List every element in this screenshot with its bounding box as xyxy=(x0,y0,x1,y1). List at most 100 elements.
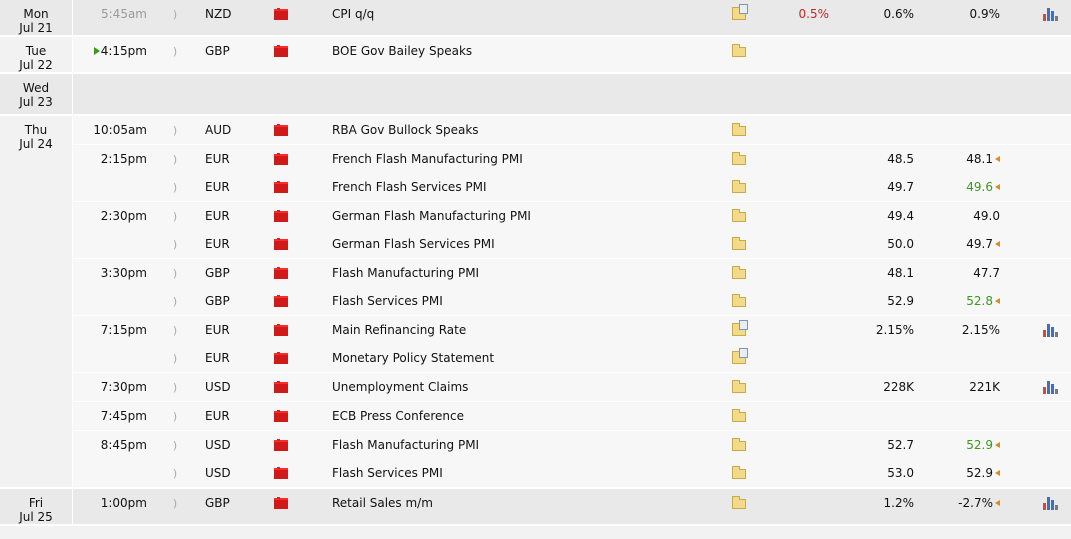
folder-icon[interactable] xyxy=(732,496,746,509)
event-title[interactable]: Flash Services PMI xyxy=(332,459,712,487)
previous-cell: 47.7 xyxy=(944,259,1000,287)
event-title[interactable]: Main Refinancing Rate xyxy=(332,316,712,344)
event-time-text: 2:15pm xyxy=(100,152,147,166)
event-row[interactable]: 10:05am) AUD RBA Gov Bullock Speaks xyxy=(73,116,1071,144)
impact-cell xyxy=(273,173,289,201)
detail-cell[interactable] xyxy=(730,459,748,487)
event-row[interactable]: 7:30pm) USD Unemployment Claims 228K 221K xyxy=(73,372,1071,401)
folder-doc-icon[interactable] xyxy=(732,348,748,364)
detail-cell[interactable] xyxy=(730,344,748,372)
weekday-label: Tue xyxy=(25,44,47,58)
sound-icon[interactable]: ) xyxy=(170,459,180,487)
event-row[interactable]: 1:00pm) GBP Retail Sales m/m 1.2% -2.7% xyxy=(73,489,1071,517)
sound-icon[interactable]: ) xyxy=(170,489,180,517)
sound-icon[interactable]: ) xyxy=(170,373,180,401)
sound-icon[interactable]: ) xyxy=(170,316,180,344)
detail-cell[interactable] xyxy=(730,402,748,430)
detail-cell[interactable] xyxy=(730,145,748,173)
event-row[interactable]: ) EUR Monetary Policy Statement xyxy=(73,344,1071,372)
folder-icon[interactable] xyxy=(732,380,746,393)
folder-icon[interactable] xyxy=(732,438,746,451)
sound-icon[interactable]: ) xyxy=(170,230,180,258)
sound-icon[interactable]: ) xyxy=(170,202,180,230)
folder-icon[interactable] xyxy=(732,237,746,250)
folder-icon[interactable] xyxy=(732,209,746,222)
event-title[interactable]: RBA Gov Bullock Speaks xyxy=(332,116,712,144)
sound-icon[interactable]: ) xyxy=(170,173,180,201)
currency-code: NZD xyxy=(205,7,232,21)
sound-icon[interactable]: ) xyxy=(170,259,180,287)
event-title[interactable]: Flash Manufacturing PMI xyxy=(332,259,712,287)
event-row[interactable]: 5:45am) NZD CPI q/q 0.5% 0.6% 0.9% xyxy=(73,0,1071,28)
event-row[interactable]: 8:45pm) USD Flash Manufacturing PMI 52.7 52.… xyxy=(73,430,1071,459)
folder-icon[interactable] xyxy=(732,123,746,136)
folder-icon[interactable] xyxy=(732,180,746,193)
folder-icon[interactable] xyxy=(732,294,746,307)
detail-cell[interactable] xyxy=(730,37,748,65)
bar-chart-icon[interactable] xyxy=(1042,323,1058,337)
sound-icon[interactable]: ) xyxy=(170,287,180,315)
event-title[interactable]: French Flash Services PMI xyxy=(332,173,712,201)
chart-cell[interactable] xyxy=(1041,0,1059,28)
event-row[interactable]: 7:45pm) EUR ECB Press Conference xyxy=(73,401,1071,430)
detail-cell[interactable] xyxy=(730,489,748,517)
event-row[interactable]: ) EUR German Flash Services PMI 50.0 49.7 xyxy=(73,230,1071,258)
detail-cell[interactable] xyxy=(730,230,748,258)
revision-arrow-icon xyxy=(995,500,1000,506)
event-row[interactable]: 7:15pm) EUR Main Refinancing Rate 2.15% 2.15… xyxy=(73,315,1071,344)
event-title[interactable]: Flash Manufacturing PMI xyxy=(332,431,712,459)
sound-icon[interactable]: ) xyxy=(170,37,180,65)
detail-cell[interactable] xyxy=(730,259,748,287)
detail-cell[interactable] xyxy=(730,0,748,28)
sound-icon[interactable]: ) xyxy=(170,431,180,459)
folder-icon[interactable] xyxy=(732,44,746,57)
detail-cell[interactable] xyxy=(730,287,748,315)
detail-cell[interactable] xyxy=(730,316,748,344)
folder-icon[interactable] xyxy=(732,266,746,279)
detail-cell[interactable] xyxy=(730,173,748,201)
event-title[interactable]: CPI q/q xyxy=(332,0,712,28)
event-title[interactable]: Flash Services PMI xyxy=(332,287,712,315)
detail-cell[interactable] xyxy=(730,373,748,401)
chart-cell[interactable] xyxy=(1041,316,1059,344)
event-row[interactable]: ) GBP Flash Services PMI 52.9 52.8 xyxy=(73,287,1071,315)
event-title[interactable]: Unemployment Claims xyxy=(332,373,712,401)
folder-doc-icon[interactable] xyxy=(732,4,748,20)
folder-doc-icon[interactable] xyxy=(732,320,748,336)
sound-icon[interactable]: ) xyxy=(170,402,180,430)
impact-flag-icon xyxy=(274,409,288,422)
sound-icon[interactable]: ) xyxy=(170,145,180,173)
chart-cell[interactable] xyxy=(1041,489,1059,517)
event-title[interactable]: German Flash Manufacturing PMI xyxy=(332,202,712,230)
event-row[interactable]: 2:30pm) EUR German Flash Manufacturing PMI… xyxy=(73,201,1071,230)
event-row[interactable]: ) EUR French Flash Services PMI 49.7 49.6 xyxy=(73,173,1071,201)
folder-icon[interactable] xyxy=(732,152,746,165)
sound-icon[interactable]: ) xyxy=(170,116,180,144)
folder-icon[interactable] xyxy=(732,409,746,422)
detail-cell[interactable] xyxy=(730,202,748,230)
bar-chart-icon[interactable] xyxy=(1042,496,1058,510)
event-row[interactable]: 4:15pm) GBP BOE Gov Bailey Speaks xyxy=(73,37,1071,65)
event-row[interactable]: ) USD Flash Services PMI 53.0 52.9 xyxy=(73,459,1071,487)
bar-chart-icon[interactable] xyxy=(1042,7,1058,21)
event-row[interactable]: 2:15pm) EUR French Flash Manufacturing PMI… xyxy=(73,144,1071,173)
event-row[interactable]: 3:30pm) GBP Flash Manufacturing PMI 48.1 47.… xyxy=(73,258,1071,287)
event-title[interactable]: BOE Gov Bailey Speaks xyxy=(332,37,712,65)
forecast-value: 50.0 xyxy=(887,237,914,251)
event-time: 7:15pm xyxy=(73,316,147,344)
previous-cell xyxy=(944,37,1000,65)
event-title[interactable]: French Flash Manufacturing PMI xyxy=(332,145,712,173)
impact-cell xyxy=(273,202,289,230)
chart-cell[interactable] xyxy=(1041,373,1059,401)
event-title[interactable]: Monetary Policy Statement xyxy=(332,344,712,372)
event-title[interactable]: Retail Sales m/m xyxy=(332,489,712,517)
event-title[interactable]: German Flash Services PMI xyxy=(332,230,712,258)
previous-cell: 0.9% xyxy=(944,0,1001,28)
bar-chart-icon[interactable] xyxy=(1042,380,1058,394)
detail-cell[interactable] xyxy=(730,116,748,144)
sound-icon[interactable]: ) xyxy=(170,344,180,372)
sound-icon[interactable]: ) xyxy=(170,0,180,28)
event-title[interactable]: ECB Press Conference xyxy=(332,402,712,430)
folder-icon[interactable] xyxy=(732,466,746,479)
detail-cell[interactable] xyxy=(730,431,748,459)
